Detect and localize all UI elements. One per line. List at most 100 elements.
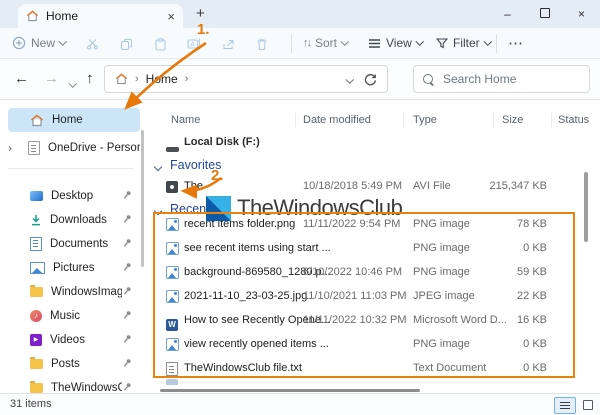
rename-button[interactable]: A <box>186 36 202 52</box>
sidebar-item-videos[interactable]: Videos <box>8 328 140 352</box>
file-size: 0 KB <box>523 362 547 374</box>
up-button[interactable]: ↑ <box>86 70 94 87</box>
share-icon <box>222 39 234 49</box>
delete-button[interactable] <box>254 36 270 52</box>
view-lines-icon <box>369 38 380 48</box>
new-tab-button[interactable]: + <box>196 5 205 22</box>
column-header-status[interactable]: Status <box>558 110 589 130</box>
sidebar-item-windowsimagebacku[interactable]: WindowsImageBacku <box>8 280 140 304</box>
breadcrumb-home[interactable]: Home <box>146 72 178 86</box>
sidebar-item-onedrive[interactable]: › OneDrive - Personal <box>8 136 140 160</box>
file-row[interactable]: 2021-11-10_23-03-25.jpg 11/10/2021 11:03 … <box>150 286 590 306</box>
trash-icon <box>257 38 267 50</box>
cut-button[interactable] <box>84 36 100 52</box>
title-bar: Home × + – × <box>0 0 600 28</box>
pin-icon[interactable] <box>122 286 132 296</box>
search-box[interactable] <box>413 65 590 93</box>
new-button[interactable]: New <box>12 28 67 58</box>
share-button[interactable] <box>220 36 236 52</box>
tab-home[interactable]: Home × <box>18 4 183 28</box>
maximize-button[interactable] <box>526 7 563 21</box>
pin-icon[interactable] <box>122 190 132 200</box>
copy-button[interactable] <box>118 36 134 52</box>
pin-icon[interactable] <box>122 334 132 344</box>
column-separator[interactable] <box>403 113 404 127</box>
vertical-scrollbar[interactable] <box>584 172 588 242</box>
chevron-down-icon <box>345 74 354 83</box>
downloads-icon <box>30 214 42 226</box>
folder-icon <box>30 381 43 393</box>
pin-icon[interactable] <box>122 358 132 368</box>
column-header-date[interactable]: Date modified <box>303 110 371 130</box>
close-button[interactable]: × <box>563 7 600 21</box>
filter-button[interactable]: Filter <box>436 28 492 58</box>
sidebar-item-documents[interactable]: Documents <box>8 232 140 256</box>
img-file-icon <box>166 266 179 286</box>
pin-icon[interactable] <box>122 214 132 224</box>
paste-button[interactable] <box>152 36 168 52</box>
address-breadcrumb-bar[interactable]: › Home › <box>104 65 388 93</box>
sidebar-item-label: WindowsImageBacku <box>51 286 122 298</box>
file-list-pane: Name Date modified Type Size Status Loca… <box>150 100 600 393</box>
pin-icon[interactable] <box>122 262 132 272</box>
history-chevron-button[interactable] <box>68 74 77 91</box>
file-explorer-window: Home × + – × New A ↑↓ Sort View Filter ⋯… <box>0 0 600 415</box>
scissors-icon <box>86 39 98 50</box>
column-separator[interactable] <box>551 113 552 127</box>
column-header-size[interactable]: Size <box>502 110 523 130</box>
refresh-icon[interactable] <box>364 73 377 86</box>
docs-icon <box>30 237 42 251</box>
search-input[interactable] <box>441 71 565 87</box>
file-name: see recent items using start ... <box>184 242 331 254</box>
home-icon <box>26 10 39 22</box>
view-button[interactable]: View <box>368 28 424 58</box>
tab-close-icon[interactable]: × <box>167 10 175 23</box>
sidebar-scrollbar[interactable] <box>141 130 144 267</box>
sort-button[interactable]: ↑↓ Sort <box>303 28 349 58</box>
annotation-step-2: 2. <box>211 167 224 184</box>
file-row[interactable]: TheWindowsClub file.txt Text Document 0 KB <box>150 358 590 378</box>
back-button[interactable]: ← <box>14 70 29 87</box>
chevron-down-icon <box>483 37 492 46</box>
column-separator[interactable] <box>493 113 494 127</box>
file-size: 0 KB <box>523 338 547 350</box>
sidebar-item-desktop[interactable]: Desktop <box>8 184 140 208</box>
pin-icon[interactable] <box>122 238 132 248</box>
file-date: 11/10/2021 11:03 PM <box>303 290 407 302</box>
home-icon <box>115 73 128 85</box>
file-row[interactable]: see recent items using start ... PNG imag… <box>150 238 590 258</box>
details-view-button[interactable] <box>554 397 576 414</box>
sidebar-item-home[interactable]: Home <box>8 108 140 132</box>
pin-icon[interactable] <box>122 310 132 320</box>
address-dropdown-button[interactable] <box>345 72 354 86</box>
file-row[interactable]: recent items folder.png 11/11/2022 9:54 P… <box>150 214 590 234</box>
items-count: 31 items <box>10 398 52 410</box>
img-file-icon <box>166 290 179 310</box>
chevron-down-icon <box>415 37 424 46</box>
minimize-button[interactable]: – <box>489 7 526 21</box>
column-header-type[interactable]: Type <box>413 110 437 130</box>
sidebar-item-posts[interactable]: Posts <box>8 352 140 376</box>
file-row[interactable]: How to see Recently Opene...11/11/2022 1… <box>150 310 590 331</box>
more-options-button[interactable]: ⋯ <box>508 28 524 58</box>
icons-view-button[interactable] <box>578 397 598 412</box>
column-header-row: Name Date modified Type Size Status <box>150 110 590 130</box>
filter-funnel-icon <box>436 37 448 48</box>
file-date: 11/11/2022 9:54 PM <box>303 218 401 230</box>
drive-row[interactable]: Local Disk (F:) <box>150 132 590 152</box>
forward-button[interactable]: → <box>44 70 59 87</box>
expand-chevron-icon[interactable]: › <box>8 141 12 155</box>
horizontal-scrollbar[interactable] <box>160 389 420 392</box>
sidebar-item-pictures[interactable]: Pictures <box>8 256 140 280</box>
file-row[interactable]: view recently opened items ... PNG image 0… <box>150 334 590 354</box>
pin-icon[interactable] <box>122 382 132 392</box>
column-header-name[interactable]: Name <box>171 110 200 130</box>
page-icon <box>28 141 40 155</box>
column-separator[interactable] <box>295 113 296 127</box>
file-row[interactable]: background-869580_1280.p... 6/10/2022 10:… <box>150 262 590 282</box>
chevron-down-icon <box>340 37 349 46</box>
sidebar-item-label: Posts <box>51 358 80 370</box>
file-name: view recently opened items ... <box>184 338 329 350</box>
sidebar-item-music[interactable]: Music <box>8 304 140 328</box>
sidebar-item-downloads[interactable]: Downloads <box>8 208 140 232</box>
